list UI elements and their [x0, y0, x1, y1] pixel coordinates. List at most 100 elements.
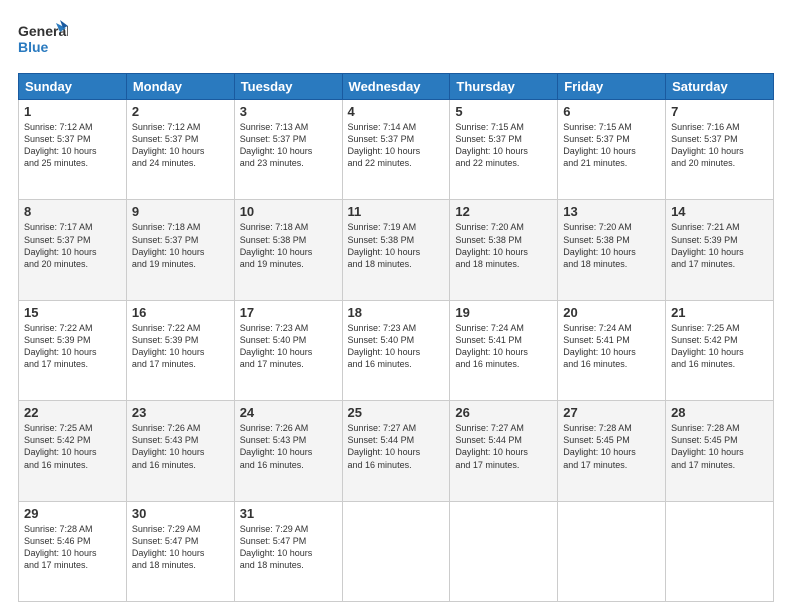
- calendar-day-9: 9 Sunrise: 7:18 AM Sunset: 5:37 PM Daylig…: [126, 200, 234, 300]
- calendar-day-24: 24 Sunrise: 7:26 AM Sunset: 5:43 PM Dayli…: [234, 401, 342, 501]
- day-info: Sunrise: 7:13 AM Sunset: 5:37 PM Dayligh…: [240, 121, 337, 170]
- day-info: Sunrise: 7:29 AM Sunset: 5:47 PM Dayligh…: [132, 523, 229, 572]
- calendar-day-15: 15 Sunrise: 7:22 AM Sunset: 5:39 PM Dayli…: [19, 300, 127, 400]
- calendar-day-7: 7 Sunrise: 7:16 AM Sunset: 5:37 PM Daylig…: [666, 100, 774, 200]
- day-info: Sunrise: 7:28 AM Sunset: 5:45 PM Dayligh…: [563, 422, 660, 471]
- day-info: Sunrise: 7:17 AM Sunset: 5:37 PM Dayligh…: [24, 221, 121, 270]
- calendar-day-28: 28 Sunrise: 7:28 AM Sunset: 5:45 PM Dayli…: [666, 401, 774, 501]
- day-info: Sunrise: 7:23 AM Sunset: 5:40 PM Dayligh…: [240, 322, 337, 371]
- calendar-day-29: 29Sunrise: 7:28 AM Sunset: 5:46 PM Dayli…: [19, 501, 127, 601]
- calendar-day-26: 26 Sunrise: 7:27 AM Sunset: 5:44 PM Dayli…: [450, 401, 558, 501]
- calendar-day-30: 30 Sunrise: 7:29 AM Sunset: 5:47 PM Dayli…: [126, 501, 234, 601]
- calendar-week-3: 15 Sunrise: 7:22 AM Sunset: 5:39 PM Dayli…: [19, 300, 774, 400]
- calendar-week-1: 1 Sunrise: 7:12 AM Sunset: 5:37 PM Daylig…: [19, 100, 774, 200]
- day-info: Sunrise: 7:21 AM Sunset: 5:39 PM Dayligh…: [671, 221, 768, 270]
- day-number: 6: [563, 104, 660, 119]
- day-number: 31: [240, 506, 337, 521]
- logo: General Blue: [18, 18, 68, 63]
- day-info: Sunrise: 7:18 AM Sunset: 5:38 PM Dayligh…: [240, 221, 337, 270]
- calendar-week-5: 29Sunrise: 7:28 AM Sunset: 5:46 PM Dayli…: [19, 501, 774, 601]
- day-info: Sunrise: 7:27 AM Sunset: 5:44 PM Dayligh…: [348, 422, 445, 471]
- day-number: 2: [132, 104, 229, 119]
- day-info: Sunrise: 7:27 AM Sunset: 5:44 PM Dayligh…: [455, 422, 552, 471]
- calendar-header-tuesday: Tuesday: [234, 74, 342, 100]
- header: General Blue: [18, 18, 774, 63]
- day-info: Sunrise: 7:18 AM Sunset: 5:37 PM Dayligh…: [132, 221, 229, 270]
- day-number: 27: [563, 405, 660, 420]
- day-info: Sunrise: 7:26 AM Sunset: 5:43 PM Dayligh…: [132, 422, 229, 471]
- day-info: Sunrise: 7:28 AM Sunset: 5:45 PM Dayligh…: [671, 422, 768, 471]
- calendar-week-4: 22 Sunrise: 7:25 AM Sunset: 5:42 PM Dayli…: [19, 401, 774, 501]
- calendar-day-20: 20 Sunrise: 7:24 AM Sunset: 5:41 PM Dayli…: [558, 300, 666, 400]
- calendar-day-12: 12 Sunrise: 7:20 AM Sunset: 5:38 PM Dayli…: [450, 200, 558, 300]
- calendar-day-6: 6 Sunrise: 7:15 AM Sunset: 5:37 PM Daylig…: [558, 100, 666, 200]
- day-info: Sunrise: 7:19 AM Sunset: 5:38 PM Dayligh…: [348, 221, 445, 270]
- calendar-header-friday: Friday: [558, 74, 666, 100]
- day-number: 23: [132, 405, 229, 420]
- day-number: 9: [132, 204, 229, 219]
- calendar-day-25: 25 Sunrise: 7:27 AM Sunset: 5:44 PM Dayli…: [342, 401, 450, 501]
- day-info: Sunrise: 7:24 AM Sunset: 5:41 PM Dayligh…: [563, 322, 660, 371]
- calendar-empty: [450, 501, 558, 601]
- day-number: 10: [240, 204, 337, 219]
- day-number: 5: [455, 104, 552, 119]
- day-info: Sunrise: 7:26 AM Sunset: 5:43 PM Dayligh…: [240, 422, 337, 471]
- logo-svg: General Blue: [18, 18, 68, 63]
- calendar-day-5: 5Sunrise: 7:15 AM Sunset: 5:37 PM Daylig…: [450, 100, 558, 200]
- calendar-header-saturday: Saturday: [666, 74, 774, 100]
- svg-text:Blue: Blue: [18, 39, 49, 55]
- day-number: 22: [24, 405, 121, 420]
- day-number: 17: [240, 305, 337, 320]
- day-number: 25: [348, 405, 445, 420]
- calendar-empty: [666, 501, 774, 601]
- calendar-empty: [342, 501, 450, 601]
- calendar-day-13: 13Sunrise: 7:20 AM Sunset: 5:38 PM Dayli…: [558, 200, 666, 300]
- day-number: 14: [671, 204, 768, 219]
- day-number: 7: [671, 104, 768, 119]
- day-info: Sunrise: 7:22 AM Sunset: 5:39 PM Dayligh…: [24, 322, 121, 371]
- calendar-empty: [558, 501, 666, 601]
- day-info: Sunrise: 7:29 AM Sunset: 5:47 PM Dayligh…: [240, 523, 337, 572]
- day-info: Sunrise: 7:14 AM Sunset: 5:37 PM Dayligh…: [348, 121, 445, 170]
- calendar-header-row: SundayMondayTuesdayWednesdayThursdayFrid…: [19, 74, 774, 100]
- calendar-day-22: 22 Sunrise: 7:25 AM Sunset: 5:42 PM Dayli…: [19, 401, 127, 501]
- calendar-header-monday: Monday: [126, 74, 234, 100]
- calendar-header-sunday: Sunday: [19, 74, 127, 100]
- calendar-day-31: 31 Sunrise: 7:29 AM Sunset: 5:47 PM Dayli…: [234, 501, 342, 601]
- calendar-day-4: 4Sunrise: 7:14 AM Sunset: 5:37 PM Daylig…: [342, 100, 450, 200]
- day-number: 19: [455, 305, 552, 320]
- day-number: 24: [240, 405, 337, 420]
- calendar-day-18: 18 Sunrise: 7:23 AM Sunset: 5:40 PM Dayli…: [342, 300, 450, 400]
- day-number: 30: [132, 506, 229, 521]
- day-info: Sunrise: 7:20 AM Sunset: 5:38 PM Dayligh…: [455, 221, 552, 270]
- day-number: 8: [24, 204, 121, 219]
- day-info: Sunrise: 7:25 AM Sunset: 5:42 PM Dayligh…: [24, 422, 121, 471]
- day-info: Sunrise: 7:16 AM Sunset: 5:37 PM Dayligh…: [671, 121, 768, 170]
- calendar-day-8: 8 Sunrise: 7:17 AM Sunset: 5:37 PM Daylig…: [19, 200, 127, 300]
- day-number: 3: [240, 104, 337, 119]
- calendar-day-23: 23 Sunrise: 7:26 AM Sunset: 5:43 PM Dayli…: [126, 401, 234, 501]
- day-number: 16: [132, 305, 229, 320]
- calendar-day-2: 2 Sunrise: 7:12 AM Sunset: 5:37 PM Daylig…: [126, 100, 234, 200]
- calendar-day-11: 11Sunrise: 7:19 AM Sunset: 5:38 PM Dayli…: [342, 200, 450, 300]
- calendar-header-wednesday: Wednesday: [342, 74, 450, 100]
- calendar-day-21: 21Sunrise: 7:25 AM Sunset: 5:42 PM Dayli…: [666, 300, 774, 400]
- day-info: Sunrise: 7:12 AM Sunset: 5:37 PM Dayligh…: [132, 121, 229, 170]
- day-number: 15: [24, 305, 121, 320]
- calendar-day-3: 3 Sunrise: 7:13 AM Sunset: 5:37 PM Daylig…: [234, 100, 342, 200]
- day-info: Sunrise: 7:25 AM Sunset: 5:42 PM Dayligh…: [671, 322, 768, 371]
- calendar-table: SundayMondayTuesdayWednesdayThursdayFrid…: [18, 73, 774, 602]
- day-number: 12: [455, 204, 552, 219]
- day-number: 13: [563, 204, 660, 219]
- day-number: 28: [671, 405, 768, 420]
- calendar-day-10: 10 Sunrise: 7:18 AM Sunset: 5:38 PM Dayli…: [234, 200, 342, 300]
- day-info: Sunrise: 7:28 AM Sunset: 5:46 PM Dayligh…: [24, 523, 121, 572]
- day-info: Sunrise: 7:15 AM Sunset: 5:37 PM Dayligh…: [563, 121, 660, 170]
- day-number: 26: [455, 405, 552, 420]
- calendar-header-thursday: Thursday: [450, 74, 558, 100]
- day-number: 20: [563, 305, 660, 320]
- day-number: 1: [24, 104, 121, 119]
- day-number: 18: [348, 305, 445, 320]
- calendar-day-17: 17 Sunrise: 7:23 AM Sunset: 5:40 PM Dayli…: [234, 300, 342, 400]
- day-info: Sunrise: 7:23 AM Sunset: 5:40 PM Dayligh…: [348, 322, 445, 371]
